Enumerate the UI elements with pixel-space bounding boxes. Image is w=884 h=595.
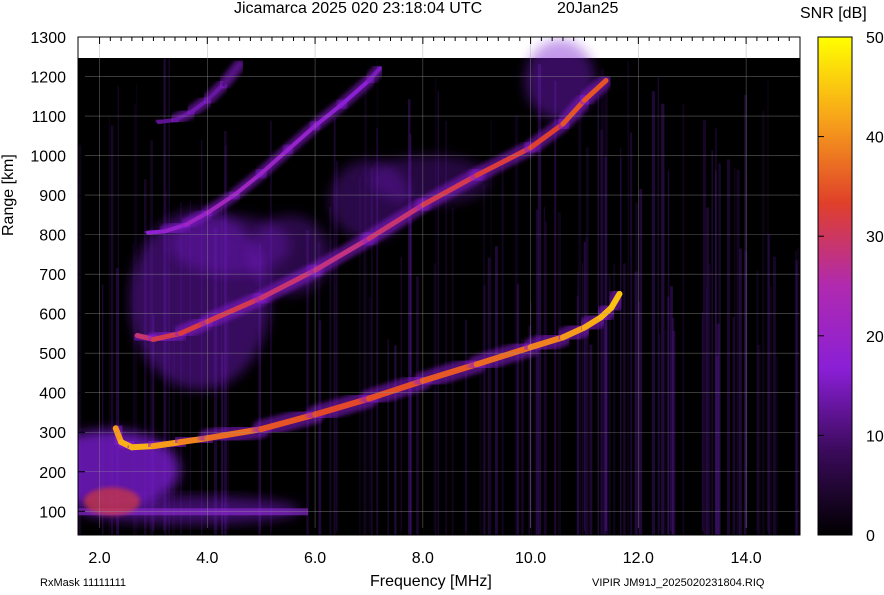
noise-streak [521, 339, 524, 535]
y-tick-label: 600 [39, 307, 66, 324]
noise-streak [544, 221, 547, 535]
noise-streak [772, 256, 776, 535]
noise-streak [715, 128, 717, 535]
noise-streak [415, 276, 419, 535]
colorbar [817, 36, 853, 536]
colorbar-tick-label: 10 [866, 428, 884, 445]
noise-streak [651, 91, 655, 535]
noise-streak [501, 157, 504, 535]
noise-streak [770, 286, 772, 535]
y-axis-ticks: 100 200 300 400 500 600 700 800 900 1000 1100 1200 1… [30, 30, 85, 521]
noise-streak [739, 248, 742, 535]
x-tick-label: 4.0 [196, 550, 218, 567]
noise-streak [589, 344, 593, 535]
noise-streak [657, 77, 659, 535]
y-tick-label: 1100 [32, 109, 67, 126]
noise-streak [630, 132, 633, 535]
noise-streak [368, 297, 372, 535]
noise-streak [603, 315, 607, 535]
noise-streak [706, 207, 709, 535]
noise-streak [483, 285, 486, 535]
noise-streak [776, 356, 778, 535]
noise-streak [387, 339, 390, 535]
noise-streak [557, 212, 561, 535]
noise-streak [318, 320, 322, 535]
colorbar-tick-label: 20 [866, 329, 884, 346]
y-tick-label: 900 [39, 188, 66, 205]
colorbar-tick-label: 30 [866, 229, 884, 246]
noise-streak [554, 80, 557, 535]
y-tick-label: 800 [39, 228, 66, 245]
noise-streak [534, 333, 538, 535]
colorbar-tick-label: 40 [866, 130, 884, 147]
noise-streak [661, 103, 665, 535]
noise-streak [600, 129, 603, 535]
noise-streak [270, 120, 272, 535]
noise-streak [634, 271, 638, 535]
noise-streak [495, 246, 498, 535]
noise-streak [620, 157, 622, 535]
noise-streak [667, 296, 670, 535]
noise-streak [582, 263, 584, 535]
y-tick-label: 400 [39, 386, 66, 403]
noise-streak [394, 345, 397, 535]
noise-streak [627, 61, 630, 535]
x-tick-label: 12.0 [623, 550, 654, 567]
noise-streak [767, 81, 769, 535]
noise-streak [702, 120, 706, 535]
noise-streak [363, 234, 365, 535]
noise-streak [577, 271, 579, 535]
noise-streak [659, 333, 661, 535]
y-tick-label: 100 [39, 504, 66, 521]
ionogram-chart: 2.0 4.0 6.0 8.0 10.0 12.0 14.0 100200300400500… [30, 30, 884, 567]
noise-streak [732, 316, 735, 535]
noise-streak [487, 257, 491, 535]
y-tick-label: 700 [39, 267, 66, 284]
y-tick-label: 1200 [30, 70, 66, 87]
colorbar-tick-label: 50 [866, 30, 884, 47]
noise-streak [464, 319, 467, 535]
noise-streak [669, 286, 673, 535]
noise-streak [433, 263, 437, 535]
noise-streak [585, 147, 589, 535]
y-tick-label: 1000 [30, 149, 66, 166]
noise-streak [516, 284, 520, 535]
noise-streak [727, 159, 731, 535]
colorbar-tick-label: 0 [866, 528, 875, 545]
x-tick-label: 8.0 [412, 550, 434, 567]
noise-streak [479, 356, 482, 535]
y-tick-label: 200 [39, 465, 66, 482]
noise-streak [490, 120, 492, 535]
x-tick-label: 10.0 [515, 550, 546, 567]
noise-streak [583, 242, 586, 535]
noise-streak [762, 110, 765, 535]
y-tick-label: 300 [39, 425, 66, 442]
noise-streak [757, 345, 761, 535]
noise-streak [718, 163, 721, 535]
y-tick-label: 500 [39, 346, 66, 363]
noise-streak [682, 103, 685, 535]
x-tick-label: 6.0 [304, 550, 326, 567]
noise-streak [711, 150, 713, 535]
noise-streak [708, 264, 711, 535]
y-tick-label: 1300 [30, 30, 66, 47]
x-tick-label: 2.0 [88, 550, 110, 567]
x-tick-label: 14.0 [731, 550, 762, 567]
noise-streak [638, 301, 641, 535]
